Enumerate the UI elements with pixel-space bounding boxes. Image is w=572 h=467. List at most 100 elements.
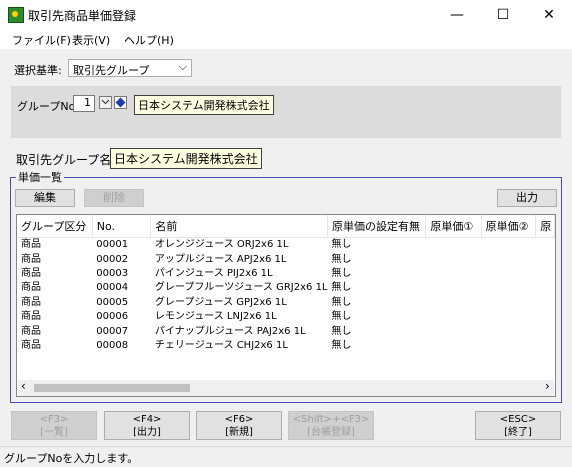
table-cell: 無し xyxy=(331,311,352,323)
table-cell: グレープフルーツジュース GRJ2x6 1L xyxy=(154,282,328,294)
table-cell: 商品 xyxy=(21,239,41,251)
table-cell xyxy=(536,339,555,353)
table-row[interactable]: 商品 00005 グレープジュース GPJ2x6 1L 無し xyxy=(17,296,555,310)
table-cell: グレープジュース GPJ2x6 1L xyxy=(154,296,287,308)
table-cell: 00008 xyxy=(96,339,129,351)
column-header[interactable]: 原単価② xyxy=(481,215,537,238)
table-row[interactable]: 商品 00006 レモンジュース LNJ2x6 1L 無し xyxy=(17,310,555,324)
f4-output-button[interactable]: <F4> [出力] xyxy=(104,411,190,440)
price-list-title: 単価一覧 xyxy=(16,169,64,185)
table-row[interactable]: 商品 00004 グレープフルーツジュース GRJ2x6 1L 無し xyxy=(17,281,555,295)
table-cell xyxy=(426,281,481,295)
table-cell xyxy=(481,281,536,295)
table-row[interactable]: 商品 00008 チェリージュース CHJ2x6 1L 無し xyxy=(17,339,555,353)
table-cell: 商品 xyxy=(21,267,41,279)
status-text: グループNoを入力します。 xyxy=(4,452,139,465)
table-cell: 無し xyxy=(331,239,352,251)
table-cell xyxy=(426,339,481,353)
selection-value: 取引先グループ xyxy=(73,64,150,77)
scroll-left-icon[interactable]: ‹ xyxy=(21,379,26,393)
window-title: 取引先商品単価登録 xyxy=(28,9,137,23)
selection-label: 選択基準: xyxy=(14,64,62,77)
table-cell: 商品 xyxy=(21,339,41,351)
group-dropdown-button[interactable] xyxy=(99,96,112,109)
column-header[interactable]: 原単価の設定有無 xyxy=(327,215,427,238)
table-cell xyxy=(481,296,536,310)
table-cell: 00001 xyxy=(96,239,129,251)
f6-new-button[interactable]: <F6> [新規] xyxy=(196,411,282,440)
table-header-row: グループ区分 No. 名前 原単価の設定有無 原単価① 原単価② 原 xyxy=(17,215,555,238)
table-cell: 00004 xyxy=(96,282,129,294)
group-search-button[interactable] xyxy=(114,96,127,109)
f3-key: <F3> xyxy=(39,414,69,425)
selection-dropdown[interactable]: 取引先グループ ⌵ xyxy=(68,59,192,77)
group-panel xyxy=(11,86,561,138)
table-cell xyxy=(481,252,536,266)
table-cell: 商品 xyxy=(21,296,41,308)
price-table: グループ区分 No. 名前 原単価の設定有無 原単価① 原単価② 原 商品 000… xyxy=(17,215,555,353)
table-cell xyxy=(536,238,555,253)
table-cell: 00007 xyxy=(96,325,129,337)
menu-help[interactable]: ヘルプ(H) xyxy=(124,32,174,48)
price-grid[interactable]: グループ区分 No. 名前 原単価の設定有無 原単価① 原単価② 原 商品 000… xyxy=(16,214,556,397)
table-cell xyxy=(481,324,536,338)
column-header[interactable]: 名前 xyxy=(150,215,329,238)
esc-label: [終了] xyxy=(504,427,532,438)
table-cell xyxy=(536,296,555,310)
table-cell: 無し xyxy=(331,267,352,279)
f4-key: <F4> xyxy=(132,414,162,425)
table-cell xyxy=(481,310,536,324)
esc-exit-button[interactable]: <ESC> [終了] xyxy=(475,411,561,440)
table-cell xyxy=(426,238,481,253)
group-no-input[interactable]: 1 xyxy=(73,95,95,112)
table-cell xyxy=(481,238,536,253)
scroll-thumb[interactable] xyxy=(34,384,190,392)
table-row[interactable]: 商品 00001 オレンジジュース ORJ2x6 1L 無し xyxy=(17,238,555,253)
table-row[interactable]: 商品 00007 パイナップルジュース PAJ2x6 1L 無し xyxy=(17,324,555,338)
column-header[interactable]: No. xyxy=(92,215,152,238)
table-cell: 無し xyxy=(331,253,352,265)
table-cell: 無し xyxy=(331,296,352,308)
shift-f3-key: <Shift>+<F3> xyxy=(292,414,370,425)
table-cell xyxy=(426,252,481,266)
table-row[interactable]: 商品 00003 パインジュース PIJ2x6 1L 無し xyxy=(17,267,555,281)
table-cell: 無し xyxy=(331,282,352,294)
shift-f3-register-button[interactable]: <Shift>+<F3> [台帳登録] xyxy=(288,411,374,440)
table-cell: パイナップルジュース PAJ2x6 1L xyxy=(154,325,306,337)
table-cell: 商品 xyxy=(21,311,41,323)
menu-file[interactable]: ファイル(F) xyxy=(12,32,71,48)
table-cell: 無し xyxy=(331,339,352,351)
table-cell: レモンジュース LNJ2x6 1L xyxy=(154,311,277,323)
menu-view[interactable]: 表示(V) xyxy=(72,32,110,48)
table-cell: 00002 xyxy=(96,253,129,265)
minimize-button[interactable]: — xyxy=(434,0,480,29)
table-cell xyxy=(536,252,555,266)
column-header[interactable]: 原 xyxy=(535,215,555,238)
f6-key: <F6> xyxy=(224,414,254,425)
table-cell: オレンジジュース ORJ2x6 1L xyxy=(154,239,289,251)
edit-button[interactable]: 編集 xyxy=(15,189,75,207)
table-row[interactable]: 商品 00002 アップルジュース APJ2x6 1L 無し xyxy=(17,252,555,266)
app-icon xyxy=(8,7,24,23)
table-cell: 00005 xyxy=(96,296,129,308)
scroll-right-icon[interactable]: › xyxy=(545,379,550,393)
table-cell xyxy=(426,310,481,324)
horizontal-scrollbar[interactable]: ‹ › xyxy=(18,379,554,396)
group-no-label: グループNo. xyxy=(17,100,79,113)
delete-button[interactable]: 削除 xyxy=(84,189,144,207)
table-cell xyxy=(536,281,555,295)
table-cell: チェリージュース CHJ2x6 1L xyxy=(154,339,288,351)
table-cell: 商品 xyxy=(21,325,41,337)
table-cell: 商品 xyxy=(21,253,41,265)
column-header[interactable]: 原単価① xyxy=(425,215,482,238)
close-button[interactable]: ✕ xyxy=(526,0,572,29)
table-cell xyxy=(481,339,536,353)
output-button[interactable]: 出力 xyxy=(497,189,557,207)
chevron-down-icon: ⌵ xyxy=(178,60,187,73)
maximize-button[interactable]: ☐ xyxy=(480,0,526,29)
f4-label: [出力] xyxy=(133,427,161,438)
table-cell xyxy=(426,267,481,281)
f3-list-button[interactable]: <F3> [一覧] xyxy=(11,411,97,440)
column-header[interactable]: グループ区分 xyxy=(17,215,93,238)
f3-label: [一覧] xyxy=(40,427,68,438)
